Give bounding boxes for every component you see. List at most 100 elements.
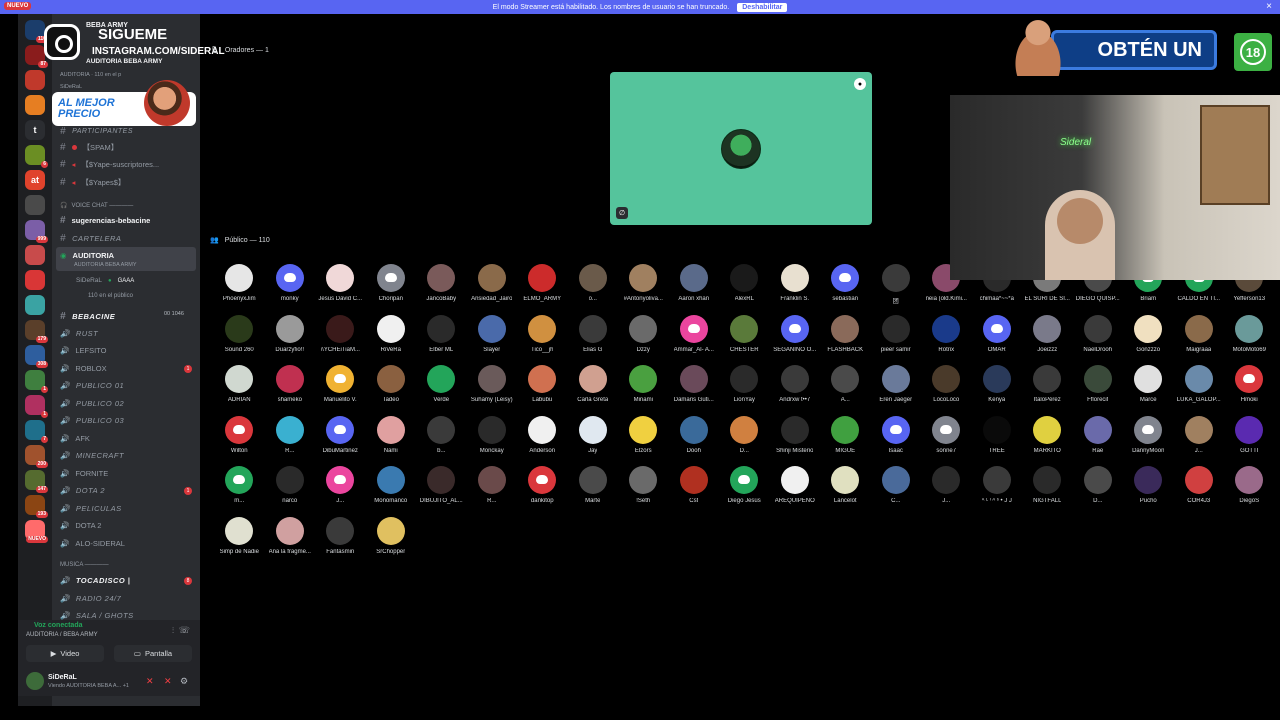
channel-cartelera[interactable]: # CARTELERA xyxy=(60,233,121,244)
channel-afk[interactable]: 🔊 AFK xyxy=(60,434,90,443)
audience-member[interactable]: monky xyxy=(265,264,316,315)
channel-rust[interactable]: 🔊 RUST xyxy=(60,329,98,338)
audience-member[interactable]: ADRIAN xyxy=(214,365,265,416)
server-icon[interactable]: 1 xyxy=(25,395,48,418)
audience-member[interactable]: OMAR xyxy=(972,314,1023,366)
audience-member[interactable]: MotoMoto69 xyxy=(1224,314,1275,366)
audience-member[interactable]: shameko xyxy=(265,365,316,416)
category-musica[interactable]: MUSICA ———— xyxy=(60,562,109,568)
server-icon[interactable] xyxy=(25,245,45,265)
audience-member[interactable]: Choripan xyxy=(366,264,417,315)
audience-member[interactable]: AlexRL xyxy=(719,264,770,315)
audience-member[interactable]: Aaron xhan xyxy=(669,264,720,315)
username[interactable]: SiDeRaL xyxy=(48,674,77,681)
audience-member[interactable]: Simp de Nadie xyxy=(214,516,265,568)
audience-member[interactable]: Shinji Misterio xyxy=(770,415,821,467)
audience-member[interactable]: ItaloPérez xyxy=(1022,365,1073,416)
audience-member[interactable]: MIGUE xyxy=(820,415,871,467)
audience-member[interactable]: Sound 260 xyxy=(214,314,265,366)
server-icon[interactable]: 1 xyxy=(25,370,48,393)
channel-dota2[interactable]: 🔊 DOTA 2 xyxy=(60,486,105,495)
avatar[interactable] xyxy=(26,672,44,690)
audience-member[interactable]: Isaac xyxy=(871,415,922,467)
audience-member[interactable]: DibuMartinez xyxy=(315,415,366,467)
server-icon[interactable]: at xyxy=(25,170,45,190)
audience-member[interactable]: SEGANINO O... xyxy=(770,314,821,366)
server-icon[interactable]: 87 xyxy=(25,45,48,68)
server-icon[interactable]: NUEVO xyxy=(25,520,48,543)
channel-publico-03[interactable]: 🔊 PUBLICO 03 xyxy=(60,416,124,425)
category-voice-chat[interactable]: 🎧 VOICE CHAT ———— xyxy=(60,202,133,210)
audience-member[interactable]: dankitop xyxy=(517,466,568,517)
server-icon[interactable] xyxy=(25,295,45,315)
audience-member[interactable]: FLASHBACK xyxy=(820,314,871,366)
audience-member[interactable]: sonne7 xyxy=(921,415,972,467)
audience-member[interactable]: Ansiedad_Jairo xyxy=(467,264,518,315)
close-icon[interactable]: × xyxy=(1266,1,1272,12)
screen-share-button[interactable]: ▭ Pantalla xyxy=(114,645,192,662)
audience-member[interactable]: AREQUIPEÑO xyxy=(770,466,821,517)
channel-dota2-b[interactable]: 🔊 DOTA 2 xyxy=(60,521,101,530)
server-icon[interactable]: t xyxy=(25,120,45,140)
audience-member[interactable]: Elzors xyxy=(618,415,669,467)
audience-member[interactable]: MARKITO xyxy=(1022,415,1073,467)
audience-member[interactable]: Manuelito V. xyxy=(315,365,366,416)
audience-member[interactable]: ᴬ ᴸ ᴵ ᴬ ˢ • J J xyxy=(972,466,1023,517)
audience-member[interactable]: R... xyxy=(467,466,518,517)
audience-member[interactable]: Lancelot xyxy=(820,466,871,517)
audience-member[interactable]: ELMO_ARMY xyxy=(517,264,568,315)
audience-member[interactable]: R... xyxy=(265,415,316,467)
audience-member[interactable]: LUKA_GALOP... xyxy=(1174,365,1225,416)
server-icon[interactable]: 7 xyxy=(25,420,48,443)
audience-member[interactable]: Dzzy xyxy=(618,314,669,366)
audience-member[interactable]: NaelDrooh xyxy=(1073,314,1124,366)
server-icon[interactable]: 999 xyxy=(25,220,48,243)
audience-member[interactable]: Carla Greta xyxy=(568,365,619,416)
audience-member[interactable]: DannyMoon xyxy=(1123,415,1174,467)
server-icon[interactable]: 200 xyxy=(25,445,48,468)
server-icon[interactable]: 179 xyxy=(25,320,48,343)
server-icon[interactable] xyxy=(25,95,45,115)
audience-member[interactable]: D... xyxy=(719,415,770,467)
mic-muted-icon[interactable]: ✕ xyxy=(146,676,154,687)
server-icon[interactable]: 308 xyxy=(25,345,48,368)
audience-member[interactable]: Wilton xyxy=(214,415,265,467)
audience-member[interactable]: Rae xyxy=(1073,415,1124,467)
audience-member[interactable]: #Antonyoliva... xyxy=(618,264,669,315)
audience-member[interactable]: sebastian xyxy=(820,264,871,315)
gear-icon[interactable]: ⚙ xyxy=(180,676,188,687)
channel-alo-sideral[interactable]: 🔊 ALO-SIDERAL xyxy=(60,539,125,548)
channel-lefsito[interactable]: 🔊 LEFSITO xyxy=(60,346,106,355)
voice-location[interactable]: AUDITORIA / BEBA ARMY xyxy=(26,632,98,638)
audience-member[interactable]: 团 xyxy=(871,264,922,315)
audience-member[interactable]: Nami xyxy=(366,415,417,467)
audience-member[interactable]: Dooh xyxy=(669,415,720,467)
disable-streamer-button[interactable]: Deshabilitar xyxy=(737,2,788,12)
audience-member[interactable]: Minami xyxy=(618,365,669,416)
audience-member[interactable]: J... xyxy=(315,466,366,517)
audience-member[interactable]: DIBUJITO_AL... xyxy=(416,466,467,517)
audience-member[interactable]: Tico__jh xyxy=(517,314,568,366)
audience-member[interactable]: J... xyxy=(1174,415,1225,467)
audience-member[interactable]: Monckay xyxy=(467,415,518,467)
audience-member[interactable]: Marce xyxy=(1123,365,1174,416)
audience-member[interactable]: J... xyxy=(921,466,972,517)
channel-minecraft[interactable]: 🔊 MINECRAFT xyxy=(60,451,124,460)
headphones-muted-icon[interactable]: ✕ xyxy=(164,676,172,687)
audience-member[interactable]: Suhamy (Leisy) xyxy=(467,365,518,416)
audience-member[interactable]: Marte xyxy=(568,466,619,517)
audience-member[interactable]: LionYay xyxy=(719,365,770,416)
audience-member[interactable]: D... xyxy=(1073,466,1124,517)
channel-sugerencias[interactable]: # sugerencias-bebacine xyxy=(60,215,150,226)
server-icon[interactable]: 147 xyxy=(25,470,48,493)
server-icon[interactable]: 110 xyxy=(25,20,48,43)
server-icon[interactable] xyxy=(25,270,45,290)
audience-member[interactable]: Ana la fragme... xyxy=(265,516,316,568)
soundboard-icon[interactable]: ⫶ xyxy=(172,626,174,636)
channel-participantes[interactable]: # PARTICIPANTES xyxy=(60,126,133,137)
audience-member[interactable]: !Seth xyxy=(618,466,669,517)
channel-radio[interactable]: 🔊 RADIO 24/7 xyxy=(60,594,121,603)
audience-member[interactable]: Andrxw t••7 xyxy=(770,365,821,416)
audience-member[interactable]: C... xyxy=(871,466,922,517)
speaker-card[interactable]: ● ∅ xyxy=(610,72,872,225)
